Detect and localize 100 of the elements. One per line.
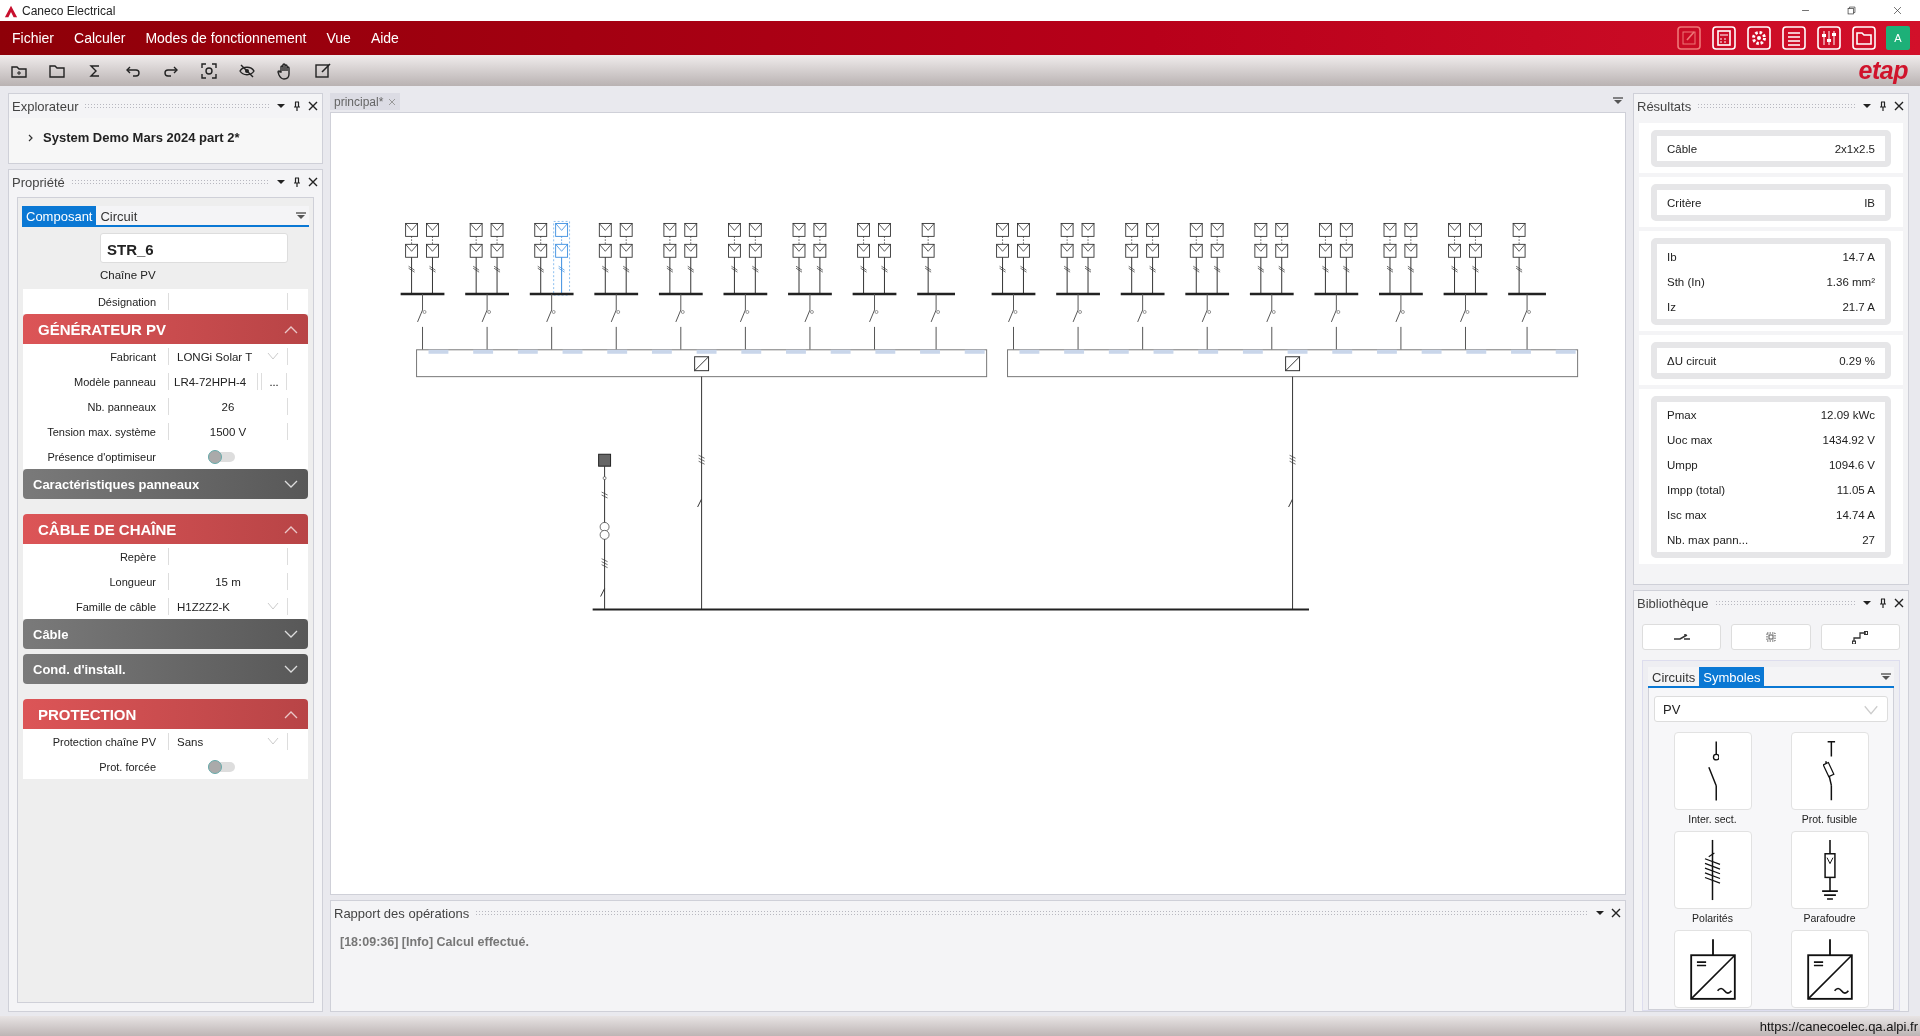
result-label: Impp (total): [1667, 483, 1726, 496]
pin-icon[interactable]: [292, 177, 302, 187]
result-value: 1094.6 V: [1828, 458, 1875, 471]
field-label: Fabricant: [109, 350, 157, 363]
chevron-icon[interactable]: [284, 629, 298, 639]
dropdown-icon[interactable]: [1862, 101, 1872, 111]
symbol-tile[interactable]: [1790, 930, 1869, 1008]
dropdown-icon[interactable]: [276, 177, 286, 187]
dropdown-icon[interactable]: [1862, 598, 1872, 608]
tab[interactable]: Symboles: [1699, 667, 1765, 686]
symbol-tile[interactable]: [1790, 831, 1869, 909]
dropdown-field[interactable]: H1Z2Z2-K: [168, 598, 288, 615]
tab[interactable]: Circuits: [1648, 667, 1700, 686]
panel-title: Propriété: [12, 174, 65, 190]
symbol-label: Parafoudre: [1803, 912, 1856, 926]
section-header[interactable]: Caractéristiques panneaux: [23, 469, 308, 499]
result-value: 21.7 A: [1842, 300, 1875, 313]
menu-icon[interactable]: [1613, 97, 1623, 105]
list-icon[interactable]: [1781, 25, 1807, 51]
panel-title: Résultats: [1637, 98, 1692, 114]
edit-icon[interactable]: [314, 61, 332, 80]
result-value: 1434.92 V: [1822, 433, 1875, 446]
zoom-fit-icon[interactable]: [200, 61, 218, 80]
field-label: Tension max. système: [46, 425, 157, 438]
tab[interactable]: Composant: [22, 206, 97, 225]
settings-icon[interactable]: [1746, 25, 1772, 51]
inverter-symbol-icon: [1689, 938, 1736, 1000]
toggle-switch[interactable]: [208, 451, 235, 462]
library-button[interactable]: [1820, 624, 1900, 650]
connector-icon: [1851, 630, 1870, 644]
input-field[interactable]: [168, 548, 288, 565]
field-label: Repère: [118, 550, 157, 563]
symbol-tile[interactable]: [1673, 930, 1752, 1008]
pin-icon[interactable]: [1878, 598, 1888, 608]
result-label: Ib: [1667, 250, 1677, 263]
section-header[interactable]: Cond. d'install.: [23, 654, 308, 684]
menu-item[interactable]: Aide: [362, 30, 407, 46]
chevron-icon[interactable]: [284, 479, 298, 489]
menu-item[interactable]: Calculer: [66, 30, 134, 46]
section-header[interactable]: CÂBLE DE CHAÎNE: [23, 514, 308, 544]
status-url: https://canecoelec.qa.alpi.fr: [1759, 1018, 1918, 1034]
close-icon[interactable]: [1894, 598, 1904, 608]
input-field[interactable]: 1500 V: [168, 423, 288, 440]
result-label: Uoc max: [1667, 433, 1713, 446]
etap-logo: etap: [1858, 56, 1908, 85]
section-header[interactable]: PROTECTION: [23, 699, 308, 729]
result-label: Iz: [1667, 300, 1676, 313]
input-field[interactable]: LR4-72HPH-4: [168, 373, 258, 390]
close-icon[interactable]: [308, 177, 318, 187]
chevron-icon[interactable]: [284, 664, 298, 674]
dropdown-icon[interactable]: [1595, 908, 1605, 918]
category-dropdown[interactable]: PV: [1654, 696, 1888, 722]
symbol-tile[interactable]: [1673, 732, 1752, 810]
result-label: Nb. max pann...: [1667, 533, 1749, 546]
result-value: 2x1x2.5: [1834, 142, 1875, 155]
tab[interactable]: Circuit: [96, 206, 142, 225]
dropdown-field[interactable]: Sans: [168, 733, 288, 750]
result-label: Umpp: [1667, 458, 1698, 471]
result-value: 27: [1862, 533, 1875, 546]
field-label: Famille de câble: [74, 600, 157, 613]
symbol-label: Prot. fusible: [1801, 813, 1858, 827]
pin-icon[interactable]: [1878, 101, 1888, 111]
input-field[interactable]: 15 m: [168, 573, 288, 590]
fuse-symbol-icon: [1823, 740, 1836, 802]
input-field[interactable]: 26: [168, 398, 288, 415]
name-field[interactable]: STR_6: [100, 233, 288, 263]
restore-icon[interactable]: [1845, 5, 1857, 16]
section-header[interactable]: GÉNÉRATEUR PV: [23, 314, 308, 344]
field-label: Protection chaîne PV: [51, 735, 157, 748]
menu-item[interactable]: Vue: [318, 30, 359, 46]
symbol-tile[interactable]: [1790, 732, 1869, 810]
window-title: Caneco Electrical: [22, 3, 117, 18]
result-value: 12.09 kWc: [1820, 408, 1875, 421]
tree-item[interactable]: System Demo Mars 2024 part 2*: [43, 130, 240, 145]
symbol-tile[interactable]: [1673, 831, 1752, 909]
menu-item[interactable]: Fichier: [4, 30, 62, 46]
calculator-icon[interactable]: [1711, 25, 1737, 51]
sliders-icon[interactable]: [1816, 25, 1842, 51]
close-icon[interactable]: [1894, 101, 1904, 111]
input-field[interactable]: [168, 293, 288, 310]
menu-item[interactable]: Modes de fonctionnement: [137, 30, 315, 46]
browse-button[interactable]: ...: [261, 373, 287, 390]
menu-icon[interactable]: [1881, 673, 1891, 681]
section-header[interactable]: Câble: [23, 619, 308, 649]
pin-icon[interactable]: [292, 101, 302, 111]
document-tab[interactable]: principal*: [330, 93, 401, 110]
close-icon[interactable]: [308, 101, 318, 111]
result-label: Câble: [1667, 142, 1698, 155]
chevron-icon[interactable]: [27, 133, 35, 142]
close-icon[interactable]: [1611, 908, 1621, 918]
toggle-switch[interactable]: [208, 761, 235, 772]
field-label: Présence d'optimiseur: [46, 450, 157, 463]
field-label: Modèle panneau: [73, 375, 157, 388]
menu-icon[interactable]: [296, 212, 306, 220]
dropdown-field[interactable]: LONGi Solar T: [168, 348, 288, 365]
field-label: Prot. forcée: [98, 760, 157, 773]
folder-icon[interactable]: [1851, 25, 1877, 51]
dropdown-icon[interactable]: [276, 101, 286, 111]
symbol-label: Polarités: [1692, 912, 1733, 926]
panel-title: Bibliothèque: [1637, 595, 1709, 611]
